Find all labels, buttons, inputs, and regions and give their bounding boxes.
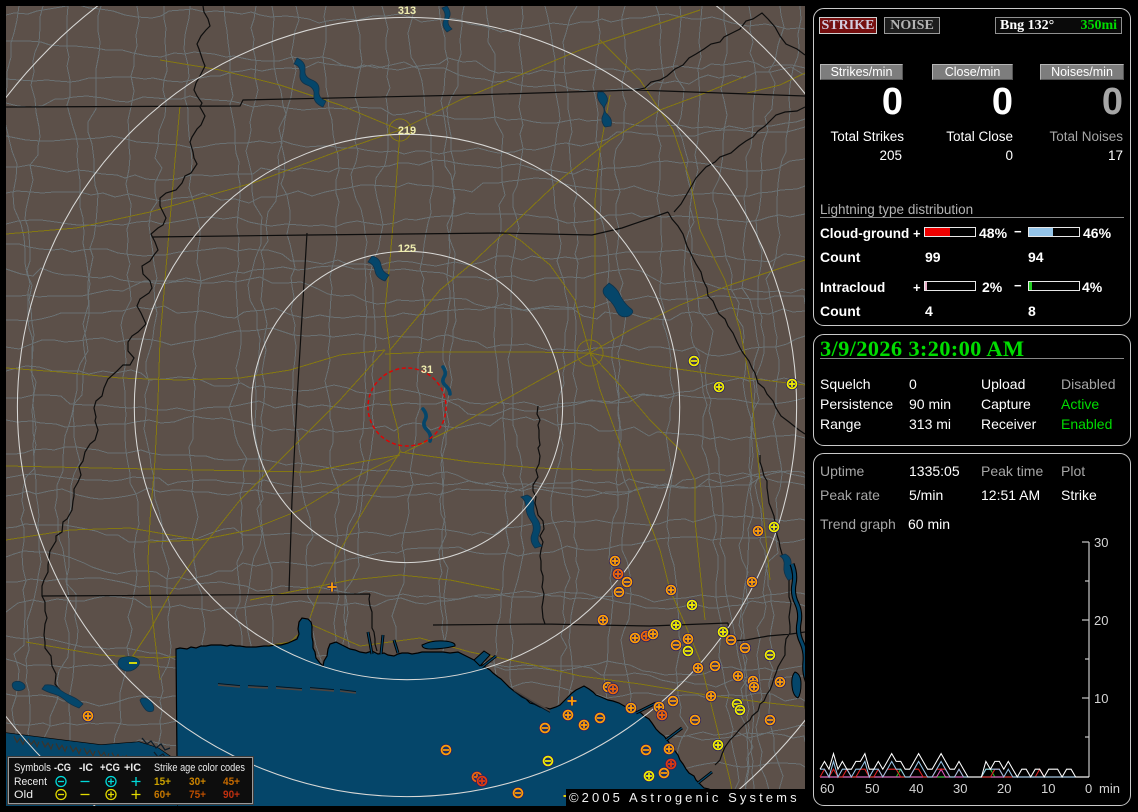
- svg-text:15+: 15+: [154, 776, 171, 788]
- svg-text:Recent: Recent: [14, 776, 47, 788]
- svg-text:30+: 30+: [189, 776, 206, 788]
- svg-text:-IC: -IC: [79, 762, 93, 774]
- svg-text:90+: 90+: [223, 789, 240, 801]
- svg-text:Strike age color codes: Strike age color codes: [154, 762, 245, 774]
- svg-text:+IC: +IC: [124, 762, 141, 774]
- svg-text:30: 30: [953, 781, 967, 796]
- svg-text:60: 60: [820, 781, 834, 796]
- svg-text:219: 219: [398, 125, 416, 137]
- svg-text:50: 50: [865, 781, 879, 796]
- svg-text:125: 125: [398, 243, 416, 255]
- svg-text:10: 10: [1041, 781, 1055, 796]
- svg-text:31: 31: [421, 364, 433, 376]
- svg-text:0: 0: [1085, 781, 1092, 796]
- svg-text:40: 40: [909, 781, 923, 796]
- svg-text:313: 313: [398, 6, 416, 17]
- svg-text:20: 20: [997, 781, 1011, 796]
- svg-text:30: 30: [1094, 535, 1108, 550]
- svg-text:+CG: +CG: [100, 762, 120, 774]
- svg-text:45+: 45+: [223, 776, 240, 788]
- svg-text:-CG: -CG: [54, 762, 71, 774]
- svg-text:10: 10: [1094, 691, 1108, 706]
- svg-text:Symbols: Symbols: [14, 762, 51, 774]
- svg-text:20: 20: [1094, 613, 1108, 628]
- svg-text:Old: Old: [14, 789, 33, 801]
- svg-text:min: min: [1099, 781, 1120, 796]
- svg-text:75+: 75+: [189, 789, 206, 801]
- svg-text:60+: 60+: [154, 789, 171, 801]
